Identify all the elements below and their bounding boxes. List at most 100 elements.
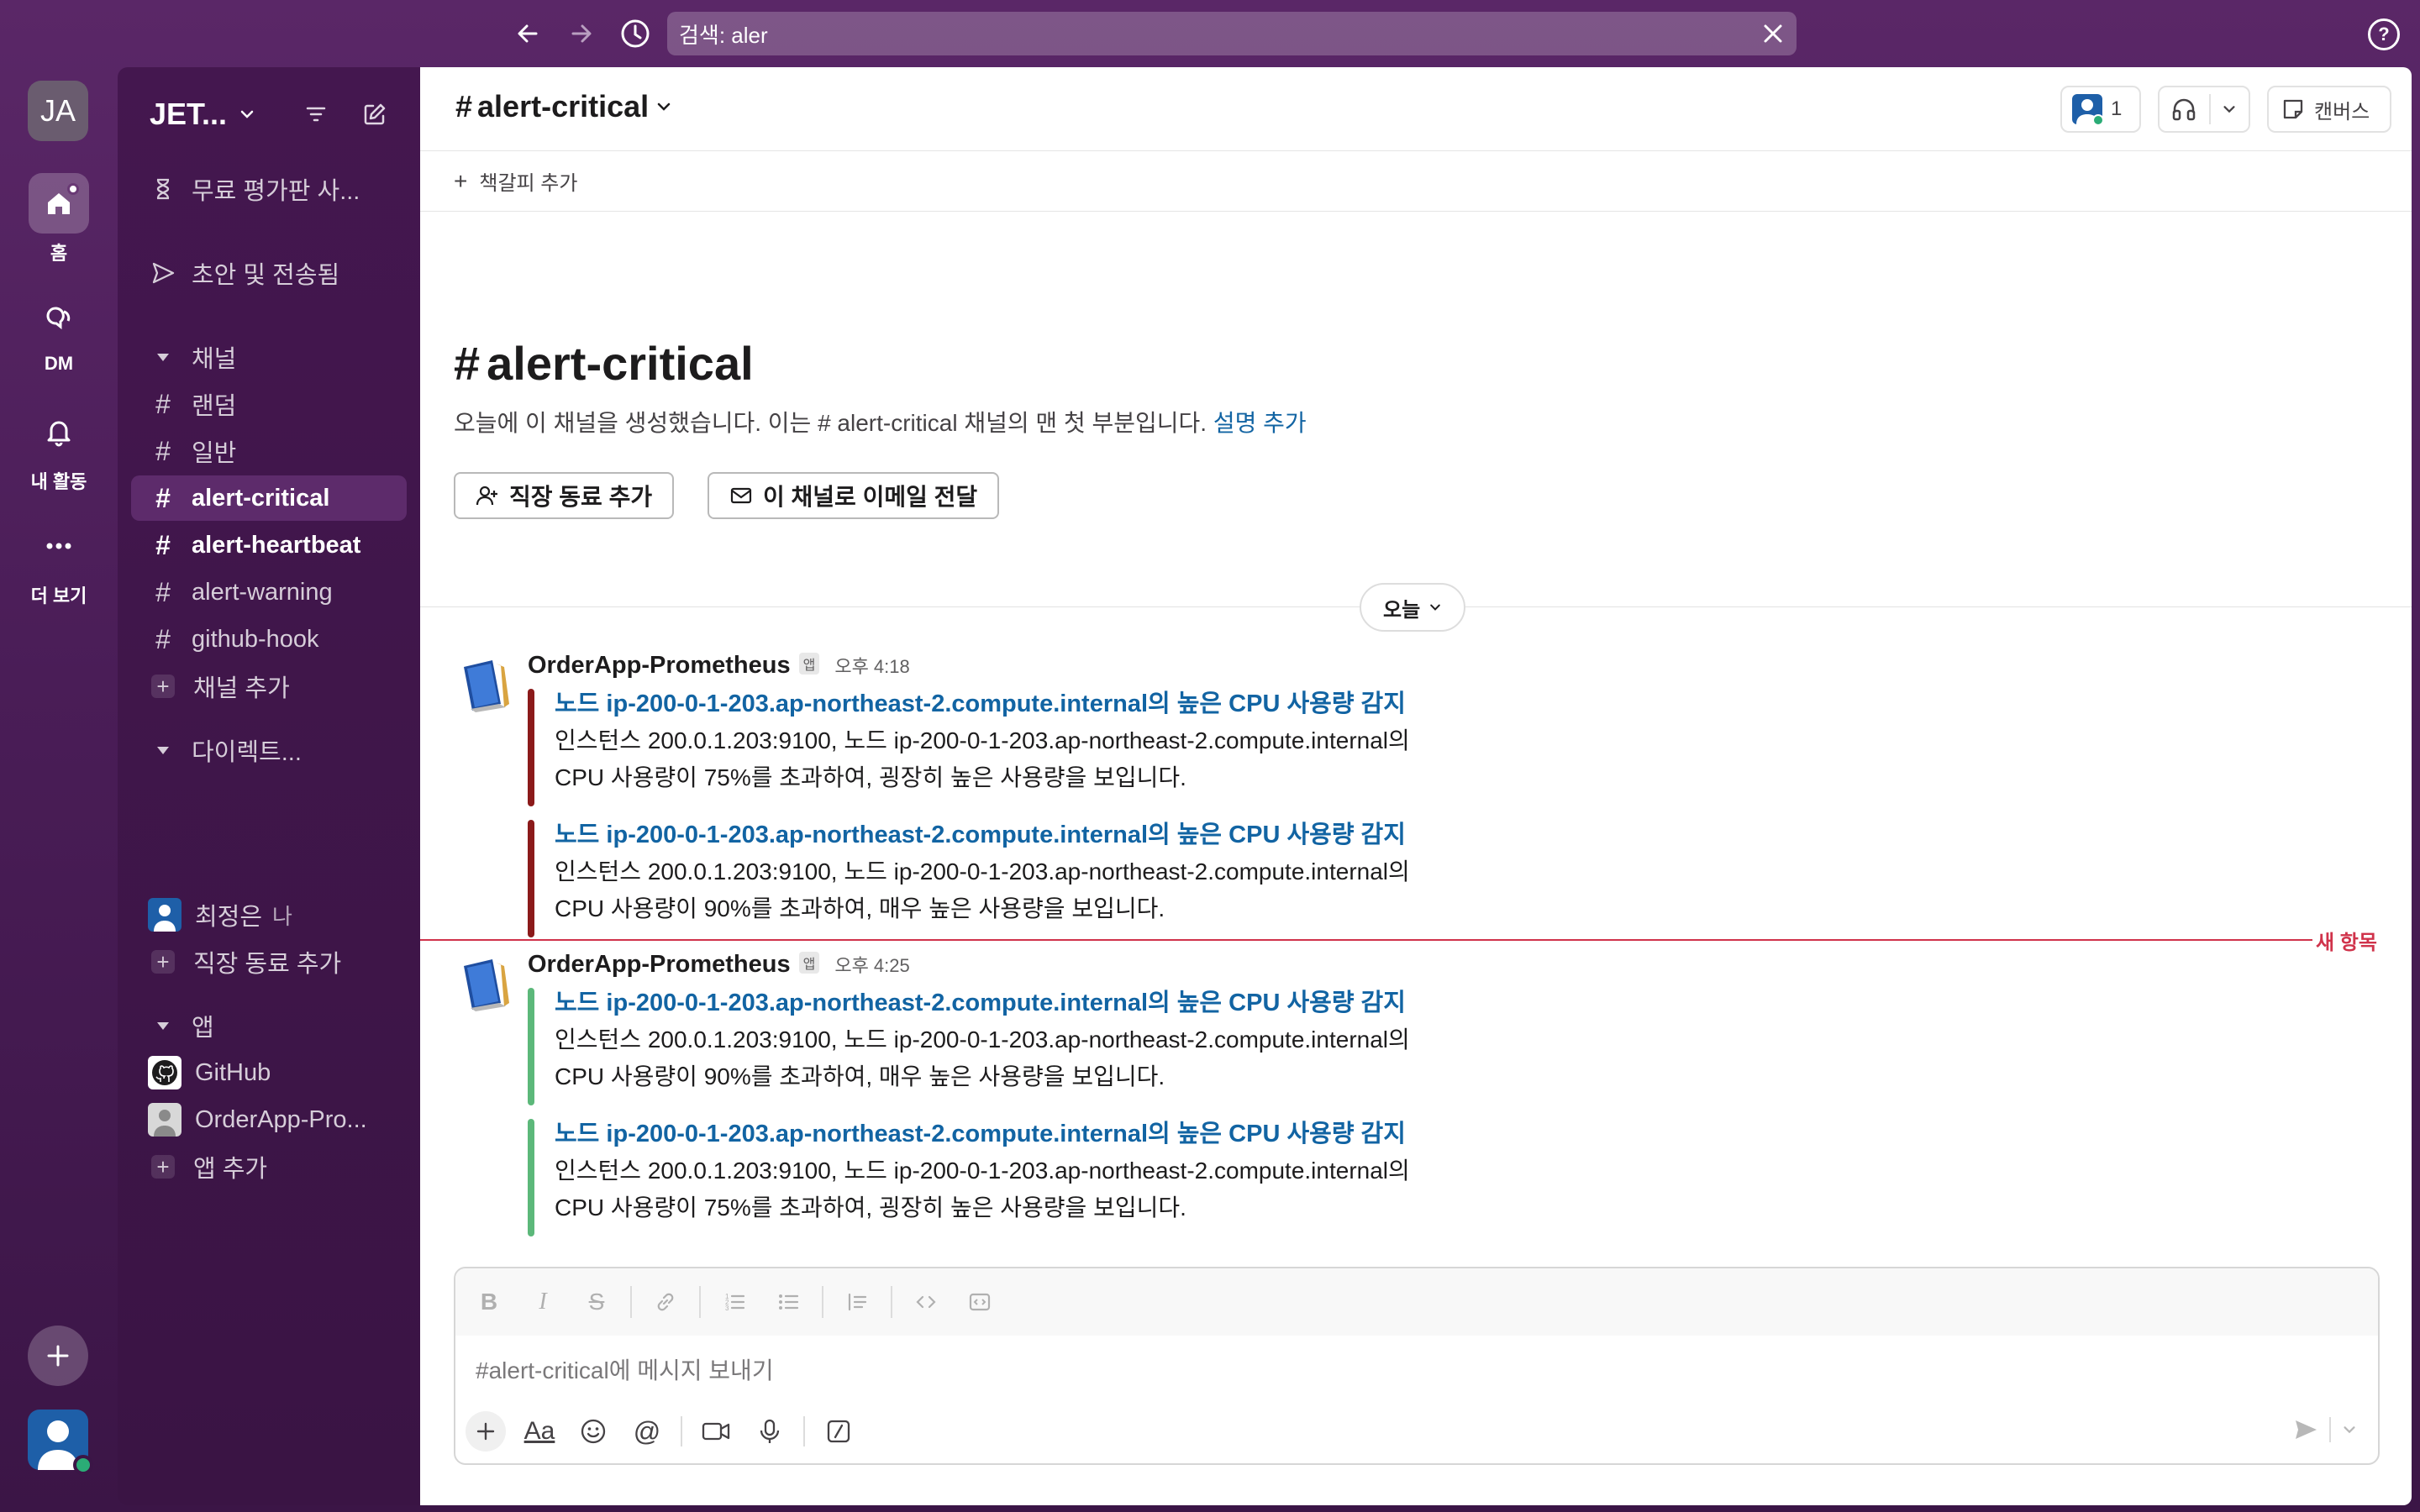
forward-arrow-icon[interactable]: [561, 13, 602, 54]
strikethrough-icon[interactable]: S: [576, 1282, 617, 1322]
text-format-icon[interactable]: Aa: [519, 1411, 560, 1452]
code-block-icon[interactable]: [960, 1282, 1000, 1322]
bold-icon[interactable]: B: [469, 1282, 509, 1322]
link-icon[interactable]: [645, 1282, 686, 1322]
new-messages-label: 새 항목: [2316, 932, 2377, 954]
sidebar-item-channel-general[interactable]: # 일반: [131, 428, 407, 474]
add-coworker-button[interactable]: 직장 동료 추가: [454, 472, 675, 519]
rail-item-activity[interactable]: 내 활동: [0, 402, 118, 494]
send-icon[interactable]: [2286, 1410, 2326, 1450]
search-bar[interactable]: 검색: aler: [667, 12, 1797, 55]
plus-icon: +: [151, 674, 175, 699]
slash-command-icon[interactable]: [818, 1411, 859, 1452]
composer-toolbar: Aa @: [466, 1406, 872, 1457]
code-icon[interactable]: [906, 1282, 946, 1322]
hash-icon: #: [155, 388, 171, 419]
mention-icon[interactable]: @: [627, 1411, 667, 1452]
add-description-link[interactable]: 설명 추가: [1213, 410, 1307, 436]
rail-item-home[interactable]: 홈: [0, 173, 118, 265]
chevron-down-icon[interactable]: [2336, 1410, 2363, 1450]
canvas-button[interactable]: 캔버스: [2267, 86, 2391, 133]
huddle-button[interactable]: [2158, 86, 2250, 133]
sidebar-item-add-coworker[interactable]: + 직장 동료 추가: [131, 939, 407, 984]
day-divider-button[interactable]: 오늘: [1360, 583, 1466, 632]
workspace-name-button[interactable]: JET...: [150, 87, 255, 141]
sidebar-section-channels[interactable]: 채널: [131, 334, 407, 380]
alert-body-line: 인스턴스 200.0.1.203:9100, 노드 ip-200-0-1-203…: [555, 858, 1410, 885]
video-icon[interactable]: [696, 1411, 736, 1452]
channel-name: alert-heartbeat: [192, 531, 361, 559]
sidebar-item-channel-alert-warning[interactable]: # alert-warning: [131, 570, 407, 615]
sidebar-item-app-orderapp[interactable]: OrderApp-Pro...: [131, 1097, 407, 1142]
dm-user-sub: 나: [272, 903, 292, 929]
workspace-avatar[interactable]: JA: [28, 81, 88, 141]
sidebar-item-channel-alert-critical[interactable]: # alert-critical: [131, 475, 407, 521]
close-icon[interactable]: [1758, 18, 1788, 49]
canvas-label: 캔버스: [2314, 100, 2370, 123]
unread-dot: [67, 183, 79, 195]
message-input[interactable]: [476, 1346, 2358, 1396]
members-button[interactable]: 1: [2060, 86, 2141, 133]
alert-body-line: 인스턴스 200.0.1.203:9100, 노드 ip-200-0-1-203…: [555, 727, 1410, 753]
github-icon: [148, 1056, 182, 1089]
intro-text: 오늘에 이 채널을 생성했습니다. 이는 # alert-critical 채널…: [454, 410, 1207, 436]
divider: [891, 1286, 892, 1318]
sidebar-item-channel-random[interactable]: # 랜덤: [131, 381, 407, 427]
bullet-list-icon[interactable]: [768, 1282, 808, 1322]
plus-icon[interactable]: [28, 1326, 88, 1386]
microphone-icon[interactable]: [750, 1411, 790, 1452]
chevron-down-icon: [655, 98, 672, 115]
section-label: 채널: [192, 346, 237, 373]
alert-title-link[interactable]: 노드 ip-200-0-1-203.ap-northeast-2.compute…: [555, 685, 1536, 722]
channel-view: # alert-critical 1 캔버스 + 책갈피 추가 # alert-…: [420, 67, 2412, 1505]
member-count: 1: [2111, 97, 2123, 120]
italic-icon[interactable]: I: [523, 1282, 563, 1322]
more-icon: [29, 516, 89, 576]
sidebar-item-add-app[interactable]: + 앱 추가: [131, 1144, 407, 1189]
blockquote-icon[interactable]: [837, 1282, 877, 1322]
message-timestamp[interactable]: 오후 4:18: [834, 652, 909, 679]
divider: [699, 1286, 701, 1318]
sidebar-item-channel-github-hook[interactable]: # github-hook: [131, 617, 407, 662]
ordered-list-icon[interactable]: 123: [714, 1282, 755, 1322]
message-timestamp[interactable]: 오후 4:25: [834, 951, 909, 978]
plus-icon[interactable]: [466, 1411, 506, 1452]
app-avatar-icon: [148, 1103, 182, 1137]
add-person-icon: [476, 484, 509, 507]
user-avatar: [148, 898, 182, 932]
alert-title-link[interactable]: 노드 ip-200-0-1-203.ap-northeast-2.compute…: [555, 984, 1536, 1021]
history-clock-icon[interactable]: [615, 13, 655, 54]
sidebar-item-trial[interactable]: 무료 평가판 사...: [131, 166, 407, 212]
sidebar-item-channel-alert-heartbeat[interactable]: # alert-heartbeat: [131, 522, 407, 568]
sidebar-item-label: 초안 및 전송됨: [192, 262, 340, 289]
sidebar-item-app-github[interactable]: GitHub: [131, 1050, 407, 1095]
emoji-icon[interactable]: [573, 1411, 613, 1452]
filter-icon[interactable]: [297, 96, 334, 133]
channel-title-button[interactable]: # alert-critical: [455, 89, 672, 124]
rail-item-dm[interactable]: DM: [0, 287, 118, 375]
chevron-down-icon: [239, 106, 255, 123]
chevron-down-icon[interactable]: [2211, 102, 2249, 117]
back-arrow-icon[interactable]: [508, 13, 548, 54]
user-avatar[interactable]: [28, 1410, 93, 1475]
rail-item-more[interactable]: 더 보기: [0, 516, 118, 608]
app-avatar-icon[interactable]: [455, 655, 516, 716]
email-to-channel-button[interactable]: 이 채널로 이메일 전달: [708, 472, 1000, 519]
sidebar-item-drafts[interactable]: 초안 및 전송됨: [131, 250, 407, 296]
message-sender[interactable]: OrderApp-Prometheus: [528, 652, 791, 680]
mail-icon: [729, 484, 763, 507]
sidebar-section-dms[interactable]: 다이렉트...: [131, 727, 407, 773]
alert-title-link[interactable]: 노드 ip-200-0-1-203.ap-northeast-2.compute…: [555, 1116, 1536, 1152]
sidebar-item-add-channel[interactable]: + 채널 추가: [131, 664, 407, 709]
compose-icon[interactable]: [356, 96, 393, 133]
button-label: 직장 동료 추가: [509, 484, 653, 510]
sidebar-item-dm-self[interactable]: 최정은 나: [131, 892, 407, 937]
help-icon[interactable]: ?: [2368, 18, 2400, 50]
channel-name: github-hook: [192, 625, 319, 653]
add-bookmark-button[interactable]: + 책갈피 추가: [454, 166, 577, 196]
search-query-text: 검색: aler: [679, 22, 768, 48]
app-avatar-icon[interactable]: [455, 954, 516, 1015]
sidebar-section-apps[interactable]: 앱: [131, 1003, 407, 1048]
alert-title-link[interactable]: 노드 ip-200-0-1-203.ap-northeast-2.compute…: [555, 816, 1536, 853]
message-sender[interactable]: OrderApp-Prometheus: [528, 951, 791, 979]
